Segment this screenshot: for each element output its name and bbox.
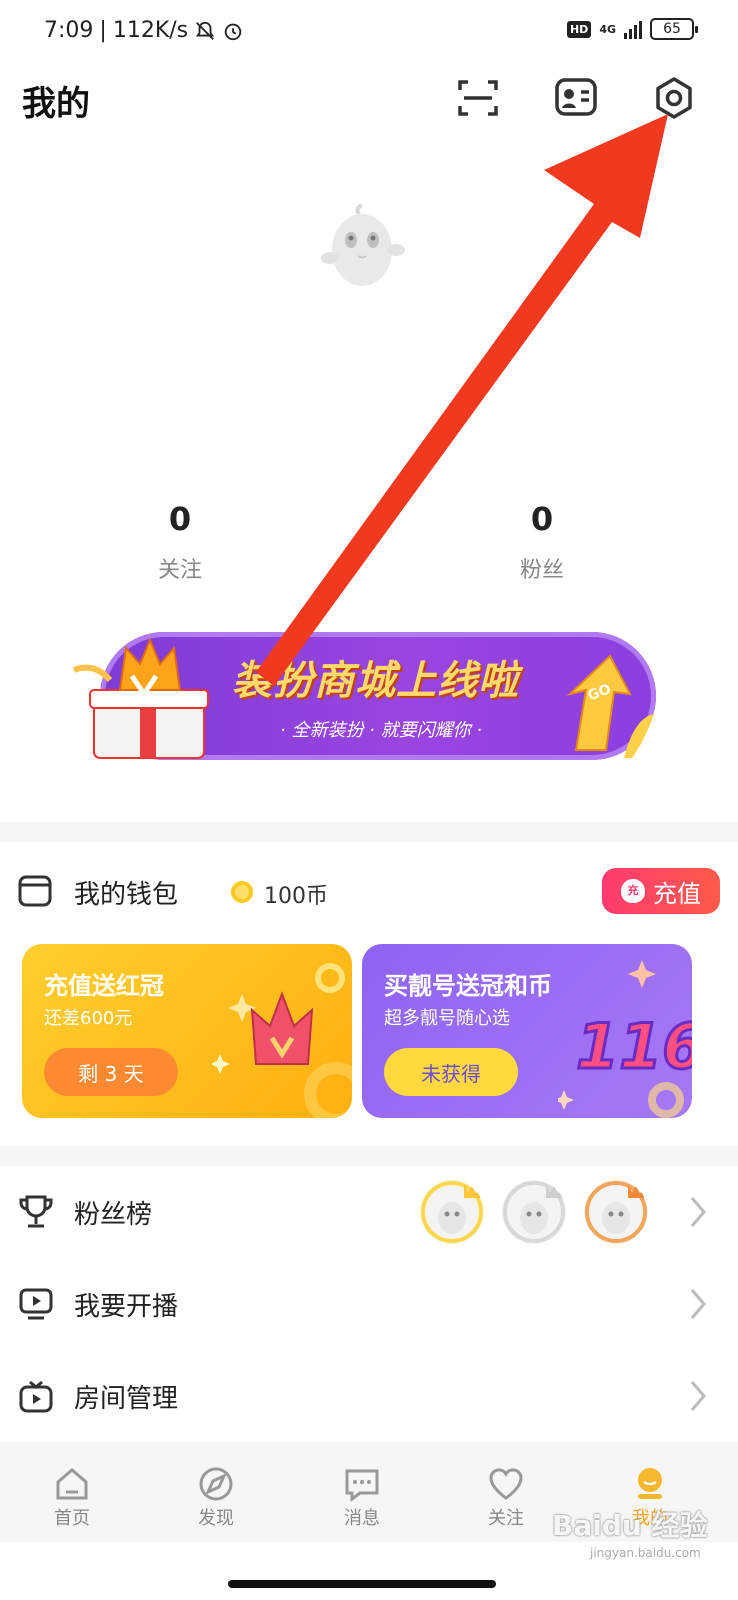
avatar[interactable]: [318, 200, 406, 292]
follow-stat[interactable]: 0 关注: [100, 500, 260, 584]
network-type: 4G: [599, 22, 616, 36]
promo-title: 充值送红冠: [44, 972, 164, 1000]
menu-fans-rank[interactable]: 粉丝榜: [0, 1166, 738, 1258]
promo-title: 买靓号送冠和币: [384, 972, 552, 1000]
message-icon: [345, 1469, 379, 1502]
tab-home[interactable]: 首页: [22, 1442, 122, 1542]
settings-icon[interactable]: [652, 76, 696, 120]
recharge-crown-card[interactable]: 充值送红冠 还差600元 剩 3 天 V: [22, 944, 352, 1118]
profile-icon: [638, 1468, 662, 1499]
signal-icon: [624, 19, 642, 39]
status-separator: |: [99, 18, 107, 43]
pretty-number-card[interactable]: 买靓号送冠和币 超多靓号随心选 未获得 116: [362, 944, 692, 1118]
not-obtained-button[interactable]: 未获得: [384, 1048, 518, 1096]
compass-icon: [199, 1467, 233, 1501]
tab-messages[interactable]: 消息: [312, 1442, 412, 1542]
tab-label: 消息: [344, 1508, 380, 1529]
tab-label: 发现: [198, 1508, 234, 1529]
room-icon: [19, 1380, 53, 1413]
chevron-right-icon: [690, 1197, 706, 1227]
watermark-url: jingyan.baidu.com: [590, 1546, 701, 1560]
recharge-label: 充值: [653, 879, 701, 908]
wallet-icon: [18, 875, 52, 907]
watermark-logo: Baidu 经验: [552, 1509, 708, 1542]
follow-count: 0: [168, 500, 192, 538]
number-116-text: 116: [576, 1010, 692, 1083]
wallet-label: 我的钱包: [74, 880, 179, 910]
page-title: 我的: [22, 84, 90, 124]
fans-label: 粉丝: [519, 558, 564, 583]
scan-icon[interactable]: [456, 76, 500, 120]
fans-count: 0: [530, 500, 554, 538]
coin-balance: 100币: [264, 884, 328, 909]
store-banner[interactable]: 装扮商城上线啦 · 全新装扮 · 就要闪耀你 · GO: [70, 630, 660, 766]
menu-label: 我要开播: [74, 1292, 179, 1322]
promo-subtitle: 还差600元: [44, 1008, 133, 1029]
number-116-icon: 116: [558, 960, 692, 1118]
tab-label: 关注: [488, 1508, 524, 1529]
tab-label: 首页: [54, 1508, 90, 1529]
alarm-icon: [224, 23, 242, 40]
heart-icon: [489, 1468, 523, 1500]
fan-avatar-silver: [502, 1180, 566, 1244]
profile-card-icon[interactable]: [554, 76, 598, 120]
fan-avatar-gold: [420, 1180, 484, 1244]
go-arrow-icon: GO: [566, 654, 654, 758]
section-divider: [0, 1146, 738, 1166]
status-time: 7:09: [44, 18, 94, 43]
banner-title: 装扮商城上线啦: [232, 658, 519, 704]
battery-icon: 65: [650, 18, 698, 40]
fan-avatar-bronze: [584, 1180, 648, 1244]
gift-crown-icon: [72, 637, 209, 759]
red-crown-icon: V: [212, 963, 352, 1118]
hd-badge: HD: [566, 20, 592, 38]
live-tv-icon: [19, 1288, 53, 1320]
chevron-right-icon: [690, 1381, 706, 1411]
bell-off-icon: [196, 21, 215, 40]
section-divider: [0, 822, 738, 842]
menu-label: 房间管理: [74, 1384, 179, 1414]
chevron-right-icon: [690, 1289, 706, 1319]
home-icon: [56, 1468, 88, 1500]
status-speed: 112K/s: [112, 18, 189, 43]
days-left-button[interactable]: 剩 3 天: [44, 1048, 178, 1096]
banner-subtitle: · 全新装扮 · 就要闪耀你 ·: [280, 720, 483, 741]
tab-follow[interactable]: 关注: [456, 1442, 556, 1542]
trophy-icon: [19, 1195, 53, 1228]
promo-subtitle: 超多靓号随心选: [384, 1008, 510, 1029]
home-indicator[interactable]: [228, 1580, 496, 1588]
menu-room-manage[interactable]: 房间管理: [0, 1350, 738, 1442]
tab-discover[interactable]: 发现: [166, 1442, 266, 1542]
wallet-row[interactable]: 我的钱包 100币 充 充值: [0, 846, 738, 936]
recharge-button[interactable]: 充 充值: [602, 868, 720, 914]
menu-label: 粉丝榜: [74, 1200, 153, 1230]
follow-label: 关注: [157, 558, 202, 583]
fans-stat[interactable]: 0 粉丝: [462, 500, 622, 584]
status-bar: 7:09 | 112K/s HD 4G 65: [0, 0, 738, 64]
money-bag-icon: 充: [621, 879, 645, 903]
menu-start-live[interactable]: 我要开播: [0, 1258, 738, 1350]
coin-icon: [231, 881, 253, 903]
